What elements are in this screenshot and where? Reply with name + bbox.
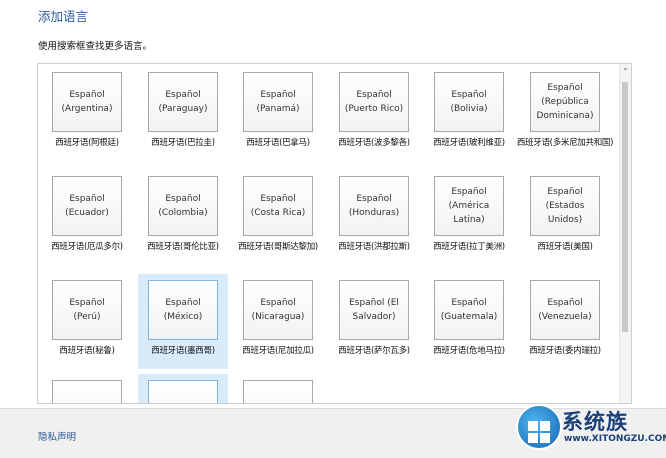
language-tile[interactable]: Español (Bolivia) 西班牙语(玻利维亚)	[424, 66, 514, 161]
language-tile[interactable]: Español (Colombia) 西班牙语(哥伦比亚)	[138, 170, 228, 265]
language-name: Español (Argentina)	[52, 72, 122, 132]
privacy-link[interactable]: 隐私声明	[38, 429, 76, 443]
language-name: Español (Guatemala)	[434, 280, 504, 340]
scroll-thumb[interactable]	[622, 82, 628, 332]
language-caption: 西班牙语(哥斯达黎加)	[238, 242, 318, 252]
language-caption: 西班牙语(危地马拉)	[433, 346, 505, 356]
language-caption: 西班牙语(巴拉圭)	[151, 138, 215, 148]
language-tile-partial[interactable]	[138, 374, 228, 403]
language-caption: 西班牙语(哥伦比亚)	[147, 242, 219, 252]
language-tile[interactable]: Español (Honduras) 西班牙语(洪都拉斯)	[329, 170, 419, 265]
language-tile[interactable]: Español (Costa Rica) 西班牙语(哥斯达黎加)	[233, 170, 323, 265]
language-tile[interactable]: Español (Ecuador) 西班牙语(厄瓜多尔)	[42, 170, 132, 265]
language-name: Español (Honduras)	[339, 176, 409, 236]
language-caption: 西班牙语(秘鲁)	[59, 346, 115, 356]
language-caption: 西班牙语(厄瓜多尔)	[51, 242, 123, 252]
language-caption: 西班牙语(拉丁美洲)	[433, 242, 505, 252]
language-tile[interactable]: Español (México) 西班牙语(墨西哥)	[138, 274, 228, 369]
page-subtitle: 使用搜索框查找更多语言。	[38, 41, 153, 52]
language-tile[interactable]: Español (República Dominicana) 西班牙语(多米尼加共…	[517, 66, 613, 161]
windows-logo-icon	[516, 404, 562, 450]
language-name: Español (Ecuador)	[52, 176, 122, 236]
language-name: Español (Puerto Rico)	[339, 72, 409, 132]
language-caption: 西班牙语(洪都拉斯)	[338, 242, 410, 252]
language-tile[interactable]: Español (Nicaragua) 西班牙语(尼加拉瓜)	[233, 274, 323, 369]
language-name: Español (México)	[148, 280, 218, 340]
language-tile[interactable]: Español (El Salvador) 西班牙语(萨尔瓦多)	[329, 274, 419, 369]
language-name: Español (El Salvador)	[339, 280, 409, 340]
vertical-scrollbar[interactable]: ⌃	[619, 64, 631, 403]
language-name: Español (República Dominicana)	[530, 72, 600, 132]
page-title: 添加语言	[38, 9, 89, 24]
language-caption: 西班牙语(波多黎各)	[338, 138, 410, 148]
language-tile[interactable]: Español (Estados Unidos) 西班牙语(美国)	[520, 170, 610, 265]
watermark-text: 系统族	[562, 410, 628, 434]
language-caption: 西班牙语(委内瑞拉)	[529, 346, 601, 356]
language-caption: 西班牙语(尼加拉瓜)	[242, 346, 314, 356]
language-name: Español (Bolivia)	[434, 72, 504, 132]
watermark: 系统族 www.XITONGZU.COM	[516, 398, 666, 457]
language-caption: 西班牙语(美国)	[537, 242, 593, 252]
chevron-up-icon[interactable]: ⌃	[620, 67, 631, 77]
language-grid: Español (Argentina) 西班牙语(阿根廷) Español (Par…	[38, 64, 618, 403]
language-caption: 西班牙语(巴拿马)	[246, 138, 310, 148]
watermark-url: www.XITONGZU.COM	[564, 434, 666, 444]
language-tile[interactable]: Español (Argentina) 西班牙语(阿根廷)	[42, 66, 132, 161]
language-tile-partial[interactable]	[42, 374, 132, 403]
language-name: Español (Perú)	[52, 280, 122, 340]
language-name: Español (Venezuela)	[530, 280, 600, 340]
language-tile-partial[interactable]	[233, 374, 323, 403]
language-name: Español (Estados Unidos)	[530, 176, 600, 236]
language-tile[interactable]: Español (Guatemala) 西班牙语(危地马拉)	[424, 274, 514, 369]
language-name: Español (Nicaragua)	[243, 280, 313, 340]
language-tile[interactable]: Español (Panamá) 西班牙语(巴拿马)	[233, 66, 323, 161]
language-caption: 西班牙语(阿根廷)	[55, 138, 119, 148]
language-name: Español (Costa Rica)	[243, 176, 313, 236]
language-tile[interactable]: Español (Venezuela) 西班牙语(委内瑞拉)	[520, 274, 610, 369]
language-tile[interactable]: Español (Puerto Rico) 西班牙语(波多黎各)	[329, 66, 419, 161]
language-tile[interactable]: Español (Paraguay) 西班牙语(巴拉圭)	[138, 66, 228, 161]
language-tile[interactable]: Español (América Latina) 西班牙语(拉丁美洲)	[424, 170, 514, 265]
language-tile[interactable]: Español (Perú) 西班牙语(秘鲁)	[42, 274, 132, 369]
language-list-panel: Español (Argentina) 西班牙语(阿根廷) Español (Par…	[37, 63, 632, 404]
language-name: Español (Colombia)	[148, 176, 218, 236]
language-caption: 西班牙语(萨尔瓦多)	[338, 346, 410, 356]
language-box-partial	[243, 380, 313, 403]
language-name: Español (Panamá)	[243, 72, 313, 132]
language-caption: 西班牙语(玻利维亚)	[433, 138, 505, 148]
language-caption: 西班牙语(墨西哥)	[151, 346, 215, 356]
language-name: Español (América Latina)	[434, 176, 504, 236]
language-name: Español (Paraguay)	[148, 72, 218, 132]
language-box-partial	[52, 380, 122, 403]
language-caption: 西班牙语(多米尼加共和国)	[516, 138, 614, 148]
language-box-partial	[148, 380, 218, 403]
